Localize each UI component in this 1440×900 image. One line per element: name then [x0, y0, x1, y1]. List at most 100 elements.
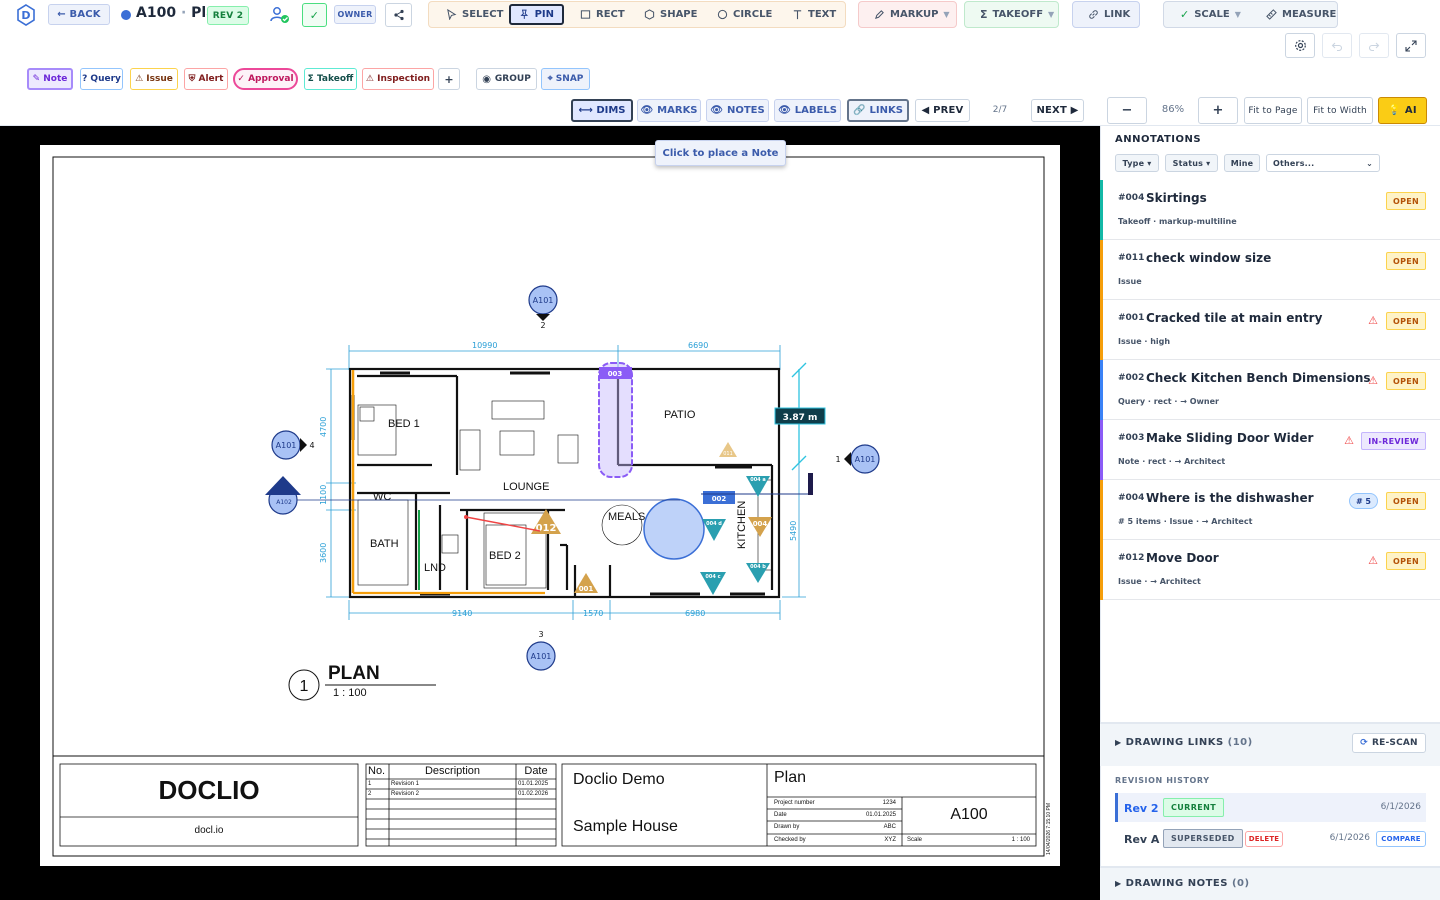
add-annotation-type-button[interactable]: + [438, 68, 460, 90]
pill-alert[interactable]: ⛨ Alert [184, 68, 228, 90]
scale-field-value: 1 : 100 [1011, 837, 1030, 843]
sheet-number: A100 [950, 806, 988, 823]
section-ref-left[interactable]: A101 [276, 441, 297, 450]
zoom-in-button[interactable]: + [1198, 97, 1238, 124]
tool-shape[interactable]: SHAPE [634, 4, 707, 25]
back-button[interactable]: ← BACK [48, 4, 110, 25]
link-button[interactable]: LINK [1078, 4, 1140, 25]
annotation-type-bar [1100, 360, 1103, 420]
user-approve-icon[interactable] [268, 4, 292, 26]
issue-marker-011[interactable]: 011 [719, 442, 737, 457]
annotation-item[interactable]: #004 Skirtings Takeoff · markup-multilin… [1100, 180, 1440, 240]
annotation-title: Check Kitchen Bench Dimensions [1146, 371, 1371, 385]
site-name: Sample House [573, 818, 678, 835]
dims-toggle[interactable]: ⟷ DIMS [571, 99, 633, 122]
undo-icon [1331, 42, 1343, 51]
section-ref-right[interactable]: A101 [855, 455, 876, 464]
filter-mine[interactable]: Mine [1224, 154, 1260, 172]
filter-status[interactable]: Status ▾ [1165, 154, 1218, 172]
issue-marker-004[interactable]: 004 [748, 517, 772, 537]
marker-002[interactable]: 002 [712, 495, 727, 503]
status-badge[interactable]: OPEN [1385, 492, 1426, 510]
role-badge: OWNER [334, 5, 376, 24]
group-button[interactable]: ◉ GROUP [476, 68, 537, 90]
status-badge[interactable]: IN-REVIEW [1361, 432, 1426, 450]
marker-003[interactable]: 003 [608, 370, 623, 378]
pill-note[interactable]: ✎ Note [27, 68, 73, 90]
snap-button[interactable]: ⌖ SNAP [541, 68, 590, 90]
markup-button[interactable]: MARKUP ▼ [864, 4, 960, 25]
labels-toggle[interactable]: 👁 LABELS [774, 99, 841, 122]
filter-others-select[interactable]: Others... ⌄ [1266, 154, 1380, 172]
revision-date-a: 6/1/2026 [1329, 833, 1370, 843]
links-toggle[interactable]: 🔗 LINKS [847, 99, 909, 122]
settings-button[interactable] [1285, 33, 1315, 58]
pill-issue[interactable]: ⚠ Issue [130, 68, 178, 90]
tool-pin[interactable]: PIN [509, 4, 564, 25]
annotation-item[interactable]: #003 Make Sliding Door Wider Note · rect… [1100, 420, 1440, 480]
status-badge[interactable]: OPEN [1385, 552, 1426, 570]
next-page-button[interactable]: NEXT ▶ [1031, 99, 1084, 122]
notes-toggle[interactable]: 👁 NOTES [706, 99, 769, 122]
tool-select-label: SELECT [462, 9, 504, 20]
rev2-no: 2 [368, 791, 372, 797]
status-badge[interactable]: OPEN [1385, 192, 1426, 210]
svg-text:001: 001 [579, 585, 594, 593]
status-badge[interactable]: OPEN [1385, 252, 1426, 270]
tool-text[interactable]: TEXT [782, 4, 846, 25]
notes-label: NOTES [726, 105, 765, 116]
status-badge[interactable]: OPEN [1385, 372, 1426, 390]
drawing-canvas[interactable]: BED 1 LOUNGE PATIO WC BATH LND BED 2 MEA… [0, 126, 1100, 900]
ai-button[interactable]: 💡 AI [1378, 97, 1427, 124]
scale-button[interactable]: ✓ SCALE ▼ [1170, 4, 1251, 25]
section-ref-bottom[interactable]: A101 [531, 652, 552, 661]
approve-check-button[interactable]: ✓ [302, 3, 327, 27]
prev-page-button[interactable]: ◀ PREV [915, 99, 970, 122]
scale-field-label: Scale [907, 837, 923, 843]
delete-revision-button[interactable]: DELETE [1245, 831, 1283, 847]
annotation-item[interactable]: #011 check window size Issue OPEN [1100, 240, 1440, 300]
annotation-item[interactable]: #002 Check Kitchen Bench Dimensions Quer… [1100, 360, 1440, 420]
pill-query[interactable]: ? Query [80, 68, 123, 90]
annotation-item[interactable]: #001 Cracked tile at main entry Issue · … [1100, 300, 1440, 360]
app-logo[interactable]: D [14, 3, 38, 27]
section-ref-left2[interactable]: A102 [276, 499, 292, 506]
company-url: docl.io [194, 825, 224, 836]
annotation-item[interactable]: #012 Move Door Issue · → Architect ⚠ OPE… [1100, 540, 1440, 600]
tool-select[interactable]: SELECT [436, 4, 513, 25]
warning-icon: ⚠ [1368, 314, 1378, 327]
fit-page-button[interactable]: Fit to Page [1244, 97, 1302, 124]
drawing-notes-header[interactable]: ▶ DRAWING NOTES (0) [1115, 878, 1250, 889]
redo-button[interactable] [1359, 33, 1389, 58]
pill-inspection[interactable]: ⚠ Inspection [362, 68, 434, 90]
pill-approval[interactable]: ✓ Approval [233, 68, 298, 90]
takeoff-label: TAKEOFF [992, 9, 1044, 20]
undo-button[interactable] [1322, 33, 1352, 58]
tool-circle[interactable]: CIRCLE [707, 4, 782, 25]
fullscreen-button[interactable] [1396, 33, 1426, 58]
drawing-links-header[interactable]: ▶ DRAWING LINKS (10) [1115, 737, 1253, 748]
fit-width-button[interactable]: Fit to Width [1307, 97, 1373, 124]
marks-toggle[interactable]: 👁 MARKS [637, 99, 701, 122]
annotation-id: #003 [1118, 433, 1145, 443]
takeoff-button[interactable]: Σ TAKEOFF ▼ [970, 4, 1064, 25]
tool-rect[interactable]: RECT [570, 4, 635, 25]
markup-label: MARKUP [890, 9, 939, 20]
pill-takeoff[interactable]: Σ Takeoff [304, 68, 357, 90]
room-bath: BATH [370, 538, 399, 550]
issue-marker-001[interactable]: 001 [574, 573, 598, 593]
zoom-out-button[interactable]: − [1107, 97, 1147, 124]
compare-revision-button[interactable]: COMPARE [1376, 831, 1426, 847]
share-button[interactable] [385, 3, 412, 27]
filter-type[interactable]: Type ▾ [1115, 154, 1159, 172]
annotation-title: Make Sliding Door Wider [1146, 431, 1314, 445]
sigma-icon: Σ [980, 8, 988, 21]
revision-badge[interactable]: REV 2 [207, 6, 249, 25]
measure-button[interactable]: MEASURE [1256, 4, 1346, 25]
section-ref-top[interactable]: A101 [533, 296, 554, 305]
links-label: LINKS [869, 105, 903, 116]
annotation-item[interactable]: #004 Where is the dishwasher # 5 items ·… [1100, 480, 1440, 540]
status-badge[interactable]: OPEN [1385, 312, 1426, 330]
rescan-button[interactable]: ⟳ RE-SCAN [1352, 733, 1426, 753]
annotation-id: #011 [1118, 253, 1145, 263]
